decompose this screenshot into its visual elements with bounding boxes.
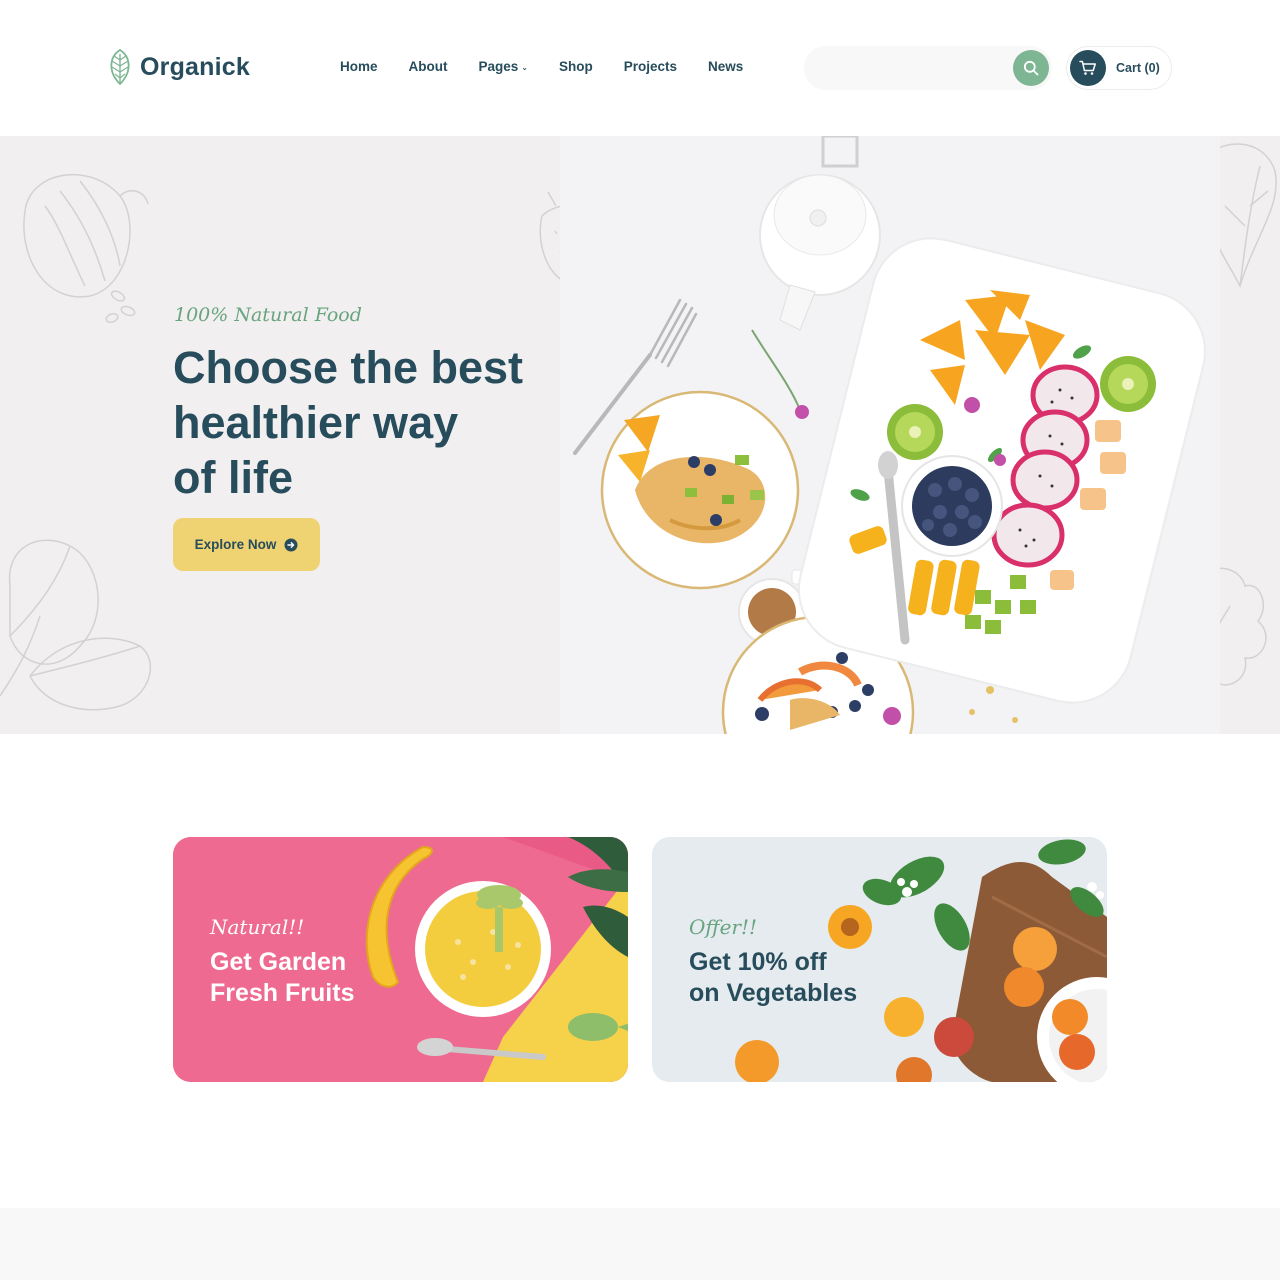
nav-home-label: Home xyxy=(340,59,378,74)
hero-heading-line: healthier way xyxy=(173,397,459,448)
brand-logo[interactable]: Organick xyxy=(106,48,250,86)
nav-projects-label: Projects xyxy=(623,59,678,74)
banner-fruits-tag: Natural!! xyxy=(210,915,305,939)
search-bar xyxy=(804,46,1052,90)
pancake-plate-image xyxy=(600,390,800,590)
arrow-right-circle-icon xyxy=(284,538,298,551)
nav-pages[interactable]: Pages ⌄ xyxy=(479,59,528,74)
banner-title-line: Get Garden xyxy=(210,948,347,976)
nav-news-label: News xyxy=(708,59,744,74)
spinach-doodle-icon xyxy=(0,539,151,711)
nav-pages-label: Pages xyxy=(478,59,519,74)
explore-now-button[interactable]: Explore Now xyxy=(173,518,320,571)
banner-fruits-title: Get Garden Fresh Fruits xyxy=(210,947,354,1009)
cart-button[interactable]: Cart (0) xyxy=(1066,46,1172,90)
banner-title-line: on Vegetables xyxy=(689,979,858,1007)
nav-home[interactable]: Home xyxy=(340,59,378,74)
onion-doodle-icon xyxy=(23,173,149,324)
banner-title-line: Get 10% off xyxy=(689,948,827,976)
search-button[interactable] xyxy=(1013,50,1049,86)
search-icon xyxy=(1023,60,1039,76)
banner-title-line: Fresh Fruits xyxy=(210,979,355,1007)
nav-about-label: About xyxy=(408,59,448,74)
hero-section: 100% Natural Food Choose the best health… xyxy=(0,136,1280,734)
explore-now-label: Explore Now xyxy=(194,537,277,552)
nav-projects[interactable]: Projects xyxy=(624,59,677,74)
hero-heading-line: Choose the best xyxy=(173,342,524,393)
next-section-background xyxy=(0,1208,1280,1280)
nav-news[interactable]: News xyxy=(708,59,743,74)
promo-banner-vegetables[interactable]: Offer!! Get 10% off on Vegetables xyxy=(652,837,1107,1082)
nav-about[interactable]: About xyxy=(409,59,448,74)
banner-vegetables-tag: Offer!! xyxy=(689,915,758,939)
chevron-down-icon: ⌄ xyxy=(521,62,528,72)
nav-shop[interactable]: Shop xyxy=(559,59,593,74)
hero-tagline: 100% Natural Food xyxy=(174,304,362,326)
search-input[interactable] xyxy=(822,58,1002,78)
hero-heading-line: of life xyxy=(173,452,293,503)
brand-name: Organick xyxy=(140,52,250,81)
promo-banner-fruits[interactable]: Natural!! Get Garden Fresh Fruits xyxy=(173,837,628,1082)
hero-food-image xyxy=(560,136,1220,734)
banner-vegetables-title: Get 10% off on Vegetables xyxy=(689,947,857,1009)
nav-shop-label: Shop xyxy=(558,59,593,74)
leaf-logo-icon xyxy=(110,48,130,86)
cart-icon xyxy=(1079,60,1096,75)
hero-heading: Choose the best healthier way of life xyxy=(173,340,593,505)
cart-label: Cart (0) xyxy=(1116,61,1160,75)
cart-icon-badge xyxy=(1070,50,1106,86)
main-nav: Home About Pages ⌄ Shop Projects News xyxy=(340,59,774,74)
site-header: Organick Home About Pages ⌄ Shop Projects… xyxy=(0,0,1280,136)
